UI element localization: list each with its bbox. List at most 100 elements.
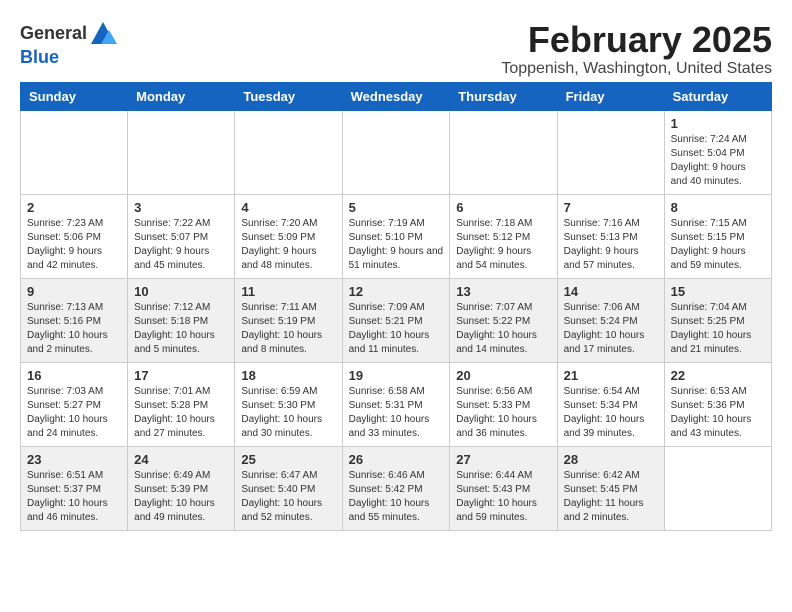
day-cell — [128, 110, 235, 194]
day-info: Sunrise: 7:11 AM Sunset: 5:19 PM Dayligh… — [241, 301, 335, 357]
day-number: 20 — [456, 368, 550, 383]
day-info: Sunrise: 7:06 AM Sunset: 5:24 PM Dayligh… — [564, 301, 658, 357]
day-info: Sunrise: 6:53 AM Sunset: 5:36 PM Dayligh… — [671, 385, 765, 441]
day-cell: 20 Sunrise: 6:56 AM Sunset: 5:33 PM Dayli… — [450, 362, 557, 446]
day-cell: 19Sunrise: 6:58 AM Sunset: 5:31 PM Dayli… — [342, 362, 450, 446]
col-header-tuesday: Tuesday — [235, 82, 342, 110]
col-header-wednesday: Wednesday — [342, 82, 450, 110]
day-cell: 15 Sunrise: 7:04 AM Sunset: 5:25 PM Dayli… — [664, 278, 771, 362]
day-number: 9 — [27, 284, 121, 299]
day-cell: 25 Sunrise: 6:47 AM Sunset: 5:40 PM Dayli… — [235, 446, 342, 530]
day-number: 1 — [671, 116, 765, 131]
day-number: 5 — [349, 200, 444, 215]
day-cell — [557, 110, 664, 194]
day-info: Sunrise: 7:09 AM Sunset: 5:21 PM Dayligh… — [349, 301, 444, 357]
day-cell: 24 Sunrise: 6:49 AM Sunset: 5:39 PM Dayli… — [128, 446, 235, 530]
day-cell: 6 Sunrise: 7:18 AM Sunset: 5:12 PM Daylig… — [450, 194, 557, 278]
day-info: Sunrise: 7:20 AM Sunset: 5:09 PM Dayligh… — [241, 217, 335, 273]
logo: General Blue — [20, 20, 117, 68]
day-info: Sunrise: 7:03 AM Sunset: 5:27 PM Dayligh… — [27, 385, 121, 441]
day-info: Sunrise: 7:12 AM Sunset: 5:18 PM Dayligh… — [134, 301, 228, 357]
day-number: 21 — [564, 368, 658, 383]
day-info: Sunrise: 7:15 AM Sunset: 5:15 PM Dayligh… — [671, 217, 765, 273]
day-info: Sunrise: 7:24 AM Sunset: 5:04 PM Dayligh… — [671, 133, 765, 189]
day-cell: 28 Sunrise: 6:42 AM Sunset: 5:45 PM Dayli… — [557, 446, 664, 530]
day-info: Sunrise: 7:18 AM Sunset: 5:12 PM Dayligh… — [456, 217, 550, 273]
day-number: 8 — [671, 200, 765, 215]
day-number: 12 — [349, 284, 444, 299]
day-number: 25 — [241, 452, 335, 467]
day-cell — [342, 110, 450, 194]
day-cell — [235, 110, 342, 194]
month-title: February 2025 — [501, 20, 772, 60]
day-number: 22 — [671, 368, 765, 383]
day-info: Sunrise: 6:51 AM Sunset: 5:37 PM Dayligh… — [27, 469, 121, 525]
day-number: 3 — [134, 200, 228, 215]
day-number: 10 — [134, 284, 228, 299]
day-info: Sunrise: 7:13 AM Sunset: 5:16 PM Dayligh… — [27, 301, 121, 357]
day-number: 24 — [134, 452, 228, 467]
day-info: Sunrise: 6:59 AM Sunset: 5:30 PM Dayligh… — [241, 385, 335, 441]
day-info: Sunrise: 6:54 AM Sunset: 5:34 PM Dayligh… — [564, 385, 658, 441]
col-header-saturday: Saturday — [664, 82, 771, 110]
day-number: 7 — [564, 200, 658, 215]
day-cell: 23Sunrise: 6:51 AM Sunset: 5:37 PM Dayli… — [21, 446, 128, 530]
title-area: February 2025 Toppenish, Washington, Uni… — [501, 20, 772, 78]
day-info: Sunrise: 6:49 AM Sunset: 5:39 PM Dayligh… — [134, 469, 228, 525]
day-info: Sunrise: 6:46 AM Sunset: 5:42 PM Dayligh… — [349, 469, 444, 525]
week-row-1: 2Sunrise: 7:23 AM Sunset: 5:06 PM Daylig… — [21, 194, 772, 278]
calendar: SundayMondayTuesdayWednesdayThursdayFrid… — [20, 82, 772, 531]
day-cell: 12 Sunrise: 7:09 AM Sunset: 5:21 PM Dayli… — [342, 278, 450, 362]
day-info: Sunrise: 7:22 AM Sunset: 5:07 PM Dayligh… — [134, 217, 228, 273]
day-cell: 3 Sunrise: 7:22 AM Sunset: 5:07 PM Daylig… — [128, 194, 235, 278]
day-info: Sunrise: 7:04 AM Sunset: 5:25 PM Dayligh… — [671, 301, 765, 357]
logo-icon — [89, 20, 117, 48]
day-cell: 17Sunrise: 7:01 AM Sunset: 5:28 PM Dayli… — [128, 362, 235, 446]
day-cell: 4 Sunrise: 7:20 AM Sunset: 5:09 PM Daylig… — [235, 194, 342, 278]
day-cell — [21, 110, 128, 194]
day-cell: 14 Sunrise: 7:06 AM Sunset: 5:24 PM Dayli… — [557, 278, 664, 362]
day-cell: 2Sunrise: 7:23 AM Sunset: 5:06 PM Daylig… — [21, 194, 128, 278]
col-header-sunday: Sunday — [21, 82, 128, 110]
day-number: 4 — [241, 200, 335, 215]
day-number: 26 — [349, 452, 444, 467]
day-cell: 1 Sunrise: 7:24 AM Sunset: 5:04 PM Daylig… — [664, 110, 771, 194]
day-cell — [664, 446, 771, 530]
day-number: 11 — [241, 284, 335, 299]
day-number: 28 — [564, 452, 658, 467]
day-info: Sunrise: 6:44 AM Sunset: 5:43 PM Dayligh… — [456, 469, 550, 525]
day-info: Sunrise: 6:47 AM Sunset: 5:40 PM Dayligh… — [241, 469, 335, 525]
day-info: Sunrise: 7:23 AM Sunset: 5:06 PM Dayligh… — [27, 217, 121, 273]
week-row-4: 23Sunrise: 6:51 AM Sunset: 5:37 PM Dayli… — [21, 446, 772, 530]
day-info: Sunrise: 7:16 AM Sunset: 5:13 PM Dayligh… — [564, 217, 658, 273]
day-cell: 11 Sunrise: 7:11 AM Sunset: 5:19 PM Dayli… — [235, 278, 342, 362]
day-number: 19 — [349, 368, 444, 383]
day-number: 18 — [241, 368, 335, 383]
day-number: 14 — [564, 284, 658, 299]
day-cell: 8 Sunrise: 7:15 AM Sunset: 5:15 PM Daylig… — [664, 194, 771, 278]
day-info: Sunrise: 7:19 AM Sunset: 5:10 PM Dayligh… — [349, 217, 444, 273]
day-info: Sunrise: 6:56 AM Sunset: 5:33 PM Dayligh… — [456, 385, 550, 441]
day-cell: 10 Sunrise: 7:12 AM Sunset: 5:18 PM Dayli… — [128, 278, 235, 362]
day-cell: 5 Sunrise: 7:19 AM Sunset: 5:10 PM Daylig… — [342, 194, 450, 278]
day-number: 13 — [456, 284, 550, 299]
day-cell — [450, 110, 557, 194]
week-row-2: 9 Sunrise: 7:13 AM Sunset: 5:16 PM Daylig… — [21, 278, 772, 362]
calendar-header-row: SundayMondayTuesdayWednesdayThursdayFrid… — [21, 82, 772, 110]
week-row-3: 16 Sunrise: 7:03 AM Sunset: 5:27 PM Dayli… — [21, 362, 772, 446]
day-cell: 26 Sunrise: 6:46 AM Sunset: 5:42 PM Dayli… — [342, 446, 450, 530]
col-header-monday: Monday — [128, 82, 235, 110]
day-info: Sunrise: 7:01 AM Sunset: 5:28 PM Dayligh… — [134, 385, 228, 441]
day-cell: 16 Sunrise: 7:03 AM Sunset: 5:27 PM Dayli… — [21, 362, 128, 446]
day-cell: 21 Sunrise: 6:54 AM Sunset: 5:34 PM Dayli… — [557, 362, 664, 446]
day-info: Sunrise: 6:42 AM Sunset: 5:45 PM Dayligh… — [564, 469, 658, 525]
logo-general: General — [20, 24, 87, 44]
logo-blue: Blue — [20, 47, 59, 67]
day-cell: 13 Sunrise: 7:07 AM Sunset: 5:22 PM Dayli… — [450, 278, 557, 362]
day-number: 16 — [27, 368, 121, 383]
day-number: 6 — [456, 200, 550, 215]
day-number: 27 — [456, 452, 550, 467]
day-cell: 9 Sunrise: 7:13 AM Sunset: 5:16 PM Daylig… — [21, 278, 128, 362]
day-info: Sunrise: 7:07 AM Sunset: 5:22 PM Dayligh… — [456, 301, 550, 357]
day-number: 15 — [671, 284, 765, 299]
